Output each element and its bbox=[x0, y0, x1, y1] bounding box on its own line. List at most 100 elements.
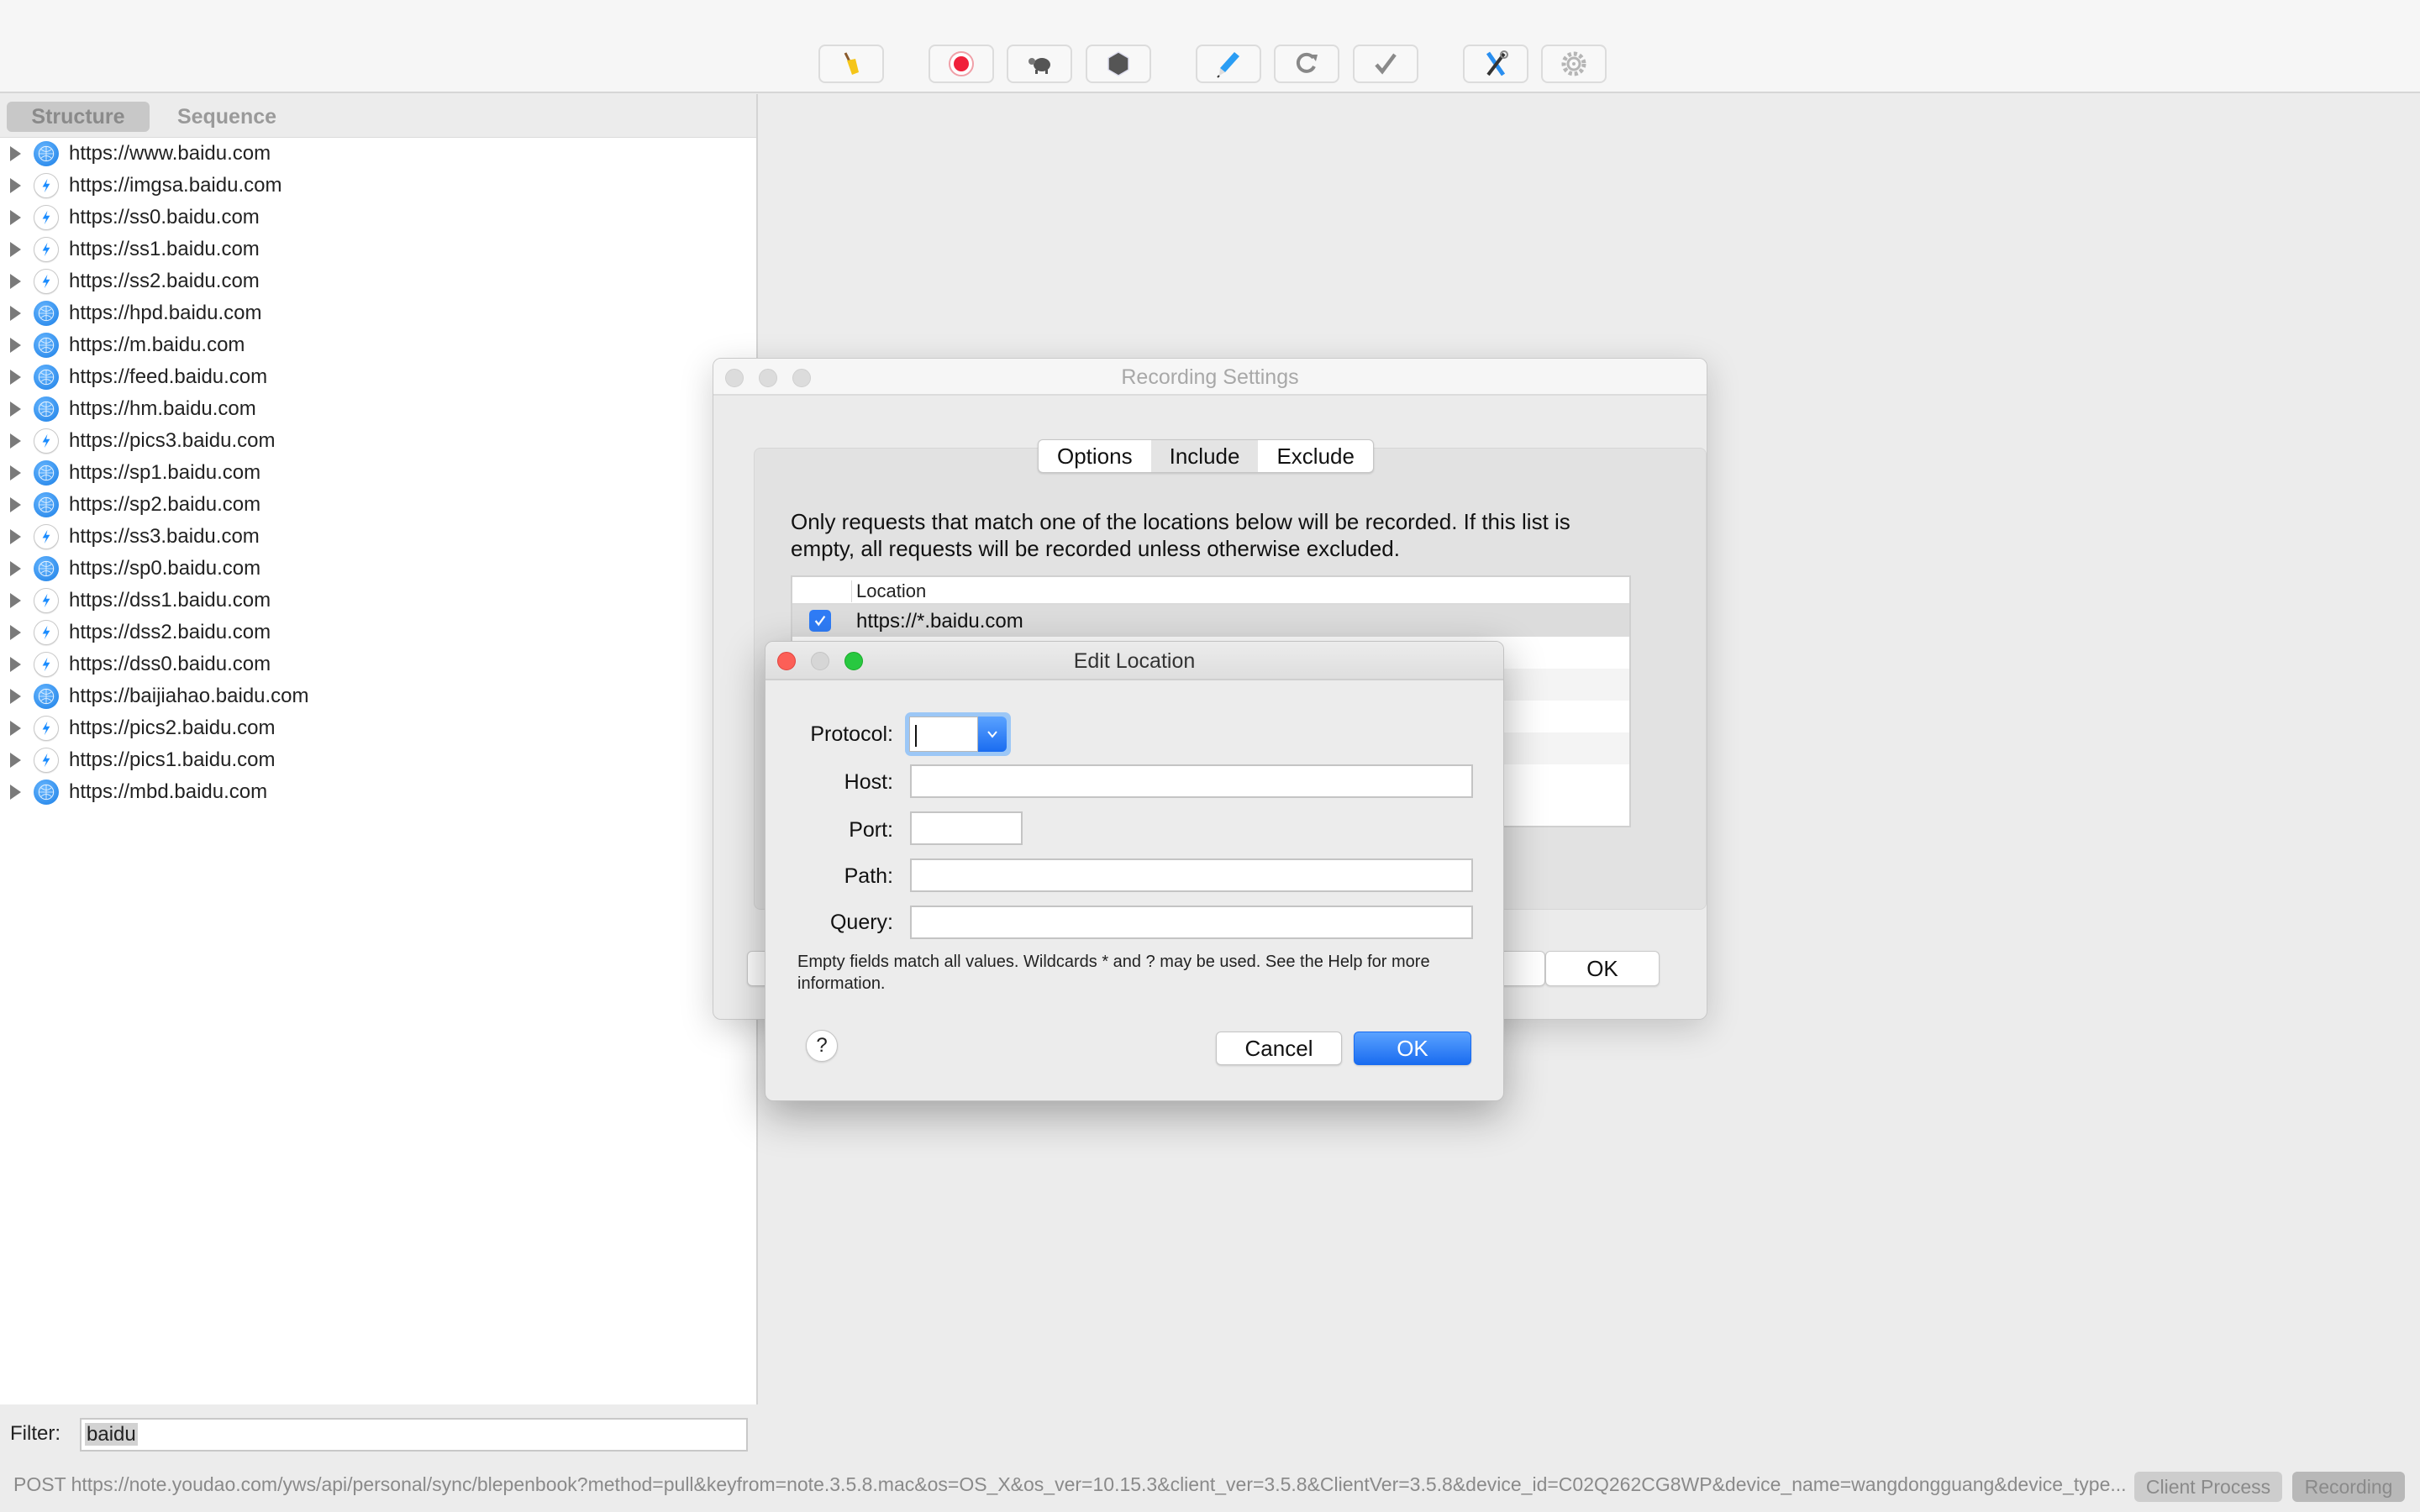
disclosure-triangle-icon[interactable] bbox=[10, 561, 21, 576]
host-url: https://feed.baidu.com bbox=[69, 365, 268, 388]
filter-bar: Filter: baidu bbox=[0, 1410, 758, 1458]
host-row[interactable]: https://sp0.baidu.com bbox=[0, 553, 756, 585]
protocol-dropdown-button[interactable] bbox=[978, 717, 1007, 752]
disclosure-triangle-icon[interactable] bbox=[10, 785, 21, 800]
host-row[interactable]: https://dss0.baidu.com bbox=[0, 648, 756, 680]
disclosure-triangle-icon[interactable] bbox=[10, 433, 21, 449]
status-bar: POST https://note.youdao.com/yws/api/per… bbox=[0, 1462, 2420, 1512]
location-value: https://*.baidu.com bbox=[856, 610, 1023, 633]
ok-button[interactable]: OK bbox=[1354, 1032, 1471, 1065]
tab-sequence[interactable]: Sequence bbox=[160, 102, 294, 132]
host-row[interactable]: https://m.baidu.com bbox=[0, 329, 756, 361]
host-row[interactable]: https://dss1.baidu.com bbox=[0, 585, 756, 617]
location-table-header: Location bbox=[792, 577, 1629, 605]
disclosure-triangle-icon[interactable] bbox=[10, 242, 21, 257]
tab-structure[interactable]: Structure bbox=[7, 102, 150, 132]
recording-button[interactable]: Recording bbox=[2292, 1472, 2405, 1502]
disclosure-triangle-icon[interactable] bbox=[10, 370, 21, 385]
dialog-title: Recording Settings bbox=[1121, 365, 1299, 389]
host-url: https://hpd.baidu.com bbox=[69, 302, 262, 324]
validate-button[interactable] bbox=[1353, 45, 1418, 83]
host-row[interactable]: https://imgsa.baidu.com bbox=[0, 170, 756, 202]
disclosure-triangle-icon[interactable] bbox=[10, 497, 21, 512]
lightning-bolt-icon bbox=[34, 428, 59, 454]
globe-icon bbox=[34, 556, 59, 581]
protocol-combobox[interactable] bbox=[905, 712, 1011, 756]
host-url: https://dss1.baidu.com bbox=[69, 589, 271, 612]
globe-icon bbox=[34, 460, 59, 486]
query-input[interactable] bbox=[910, 906, 1473, 939]
path-input[interactable] bbox=[910, 858, 1473, 892]
tab-options[interactable]: Options bbox=[1039, 440, 1151, 472]
host-url: https://sp0.baidu.com bbox=[69, 557, 261, 580]
disclosure-triangle-icon[interactable] bbox=[10, 689, 21, 704]
host-row[interactable]: https://feed.baidu.com bbox=[0, 361, 756, 393]
include-description: Only requests that match one of the loca… bbox=[791, 509, 1570, 561]
settings-button[interactable] bbox=[1541, 45, 1607, 83]
host-row[interactable]: https://ss0.baidu.com bbox=[0, 202, 756, 234]
tab-exclude[interactable]: Exclude bbox=[1258, 440, 1373, 472]
port-input[interactable] bbox=[910, 811, 1023, 845]
host-row[interactable]: https://ss3.baidu.com bbox=[0, 521, 756, 553]
settings-tabs: Options Include Exclude bbox=[1038, 439, 1374, 473]
host-row[interactable]: https://baijiahao.baidu.com bbox=[0, 680, 756, 712]
tab-include[interactable]: Include bbox=[1150, 440, 1259, 472]
disclosure-triangle-icon[interactable] bbox=[10, 146, 21, 161]
host-row[interactable]: https://ss1.baidu.com bbox=[0, 234, 756, 265]
disclosure-triangle-icon[interactable] bbox=[10, 465, 21, 480]
dialog-title: Edit Location bbox=[1073, 649, 1196, 673]
host-url: https://imgsa.baidu.com bbox=[69, 174, 282, 197]
host-url: https://hm.baidu.com bbox=[69, 397, 256, 420]
filter-value: baidu bbox=[85, 1423, 138, 1446]
disclosure-triangle-icon[interactable] bbox=[10, 402, 21, 417]
globe-icon bbox=[34, 333, 59, 358]
cancel-button[interactable]: Cancel bbox=[1216, 1032, 1342, 1065]
location-enabled-checkbox[interactable] bbox=[809, 610, 831, 632]
throttle-button[interactable] bbox=[1007, 45, 1072, 83]
disclosure-triangle-icon[interactable] bbox=[10, 593, 21, 608]
record-button[interactable] bbox=[929, 45, 994, 83]
lightning-bolt-icon bbox=[34, 173, 59, 198]
location-row[interactable]: https://*.baidu.com bbox=[792, 605, 1629, 637]
host-row[interactable]: https://www.baidu.com bbox=[0, 138, 756, 170]
tools-button[interactable] bbox=[1463, 45, 1528, 83]
compose-button[interactable] bbox=[1196, 45, 1261, 83]
host-row[interactable]: https://mbd.baidu.com bbox=[0, 776, 756, 808]
disclosure-triangle-icon[interactable] bbox=[10, 721, 21, 736]
host-row[interactable]: https://hpd.baidu.com bbox=[0, 297, 756, 329]
host-row[interactable]: https://pics3.baidu.com bbox=[0, 425, 756, 457]
disclosure-triangle-icon[interactable] bbox=[10, 178, 21, 193]
host-row[interactable]: https://dss2.baidu.com bbox=[0, 617, 756, 648]
disclosure-triangle-icon[interactable] bbox=[10, 753, 21, 768]
disclosure-triangle-icon[interactable] bbox=[10, 529, 21, 544]
clear-session-button[interactable] bbox=[818, 45, 884, 83]
breakpoints-button[interactable] bbox=[1086, 45, 1151, 83]
disclosure-triangle-icon[interactable] bbox=[10, 210, 21, 225]
recording-settings-ok-button[interactable]: OK bbox=[1545, 951, 1660, 986]
globe-icon bbox=[34, 492, 59, 517]
disclosure-triangle-icon[interactable] bbox=[10, 306, 21, 321]
column-separator bbox=[851, 580, 852, 602]
disclosure-triangle-icon[interactable] bbox=[10, 274, 21, 289]
help-button[interactable]: ? bbox=[806, 1030, 838, 1062]
host-row[interactable]: https://pics2.baidu.com bbox=[0, 712, 756, 744]
filter-input[interactable]: baidu bbox=[80, 1418, 748, 1452]
host-row[interactable]: https://ss2.baidu.com bbox=[0, 265, 756, 297]
pen-icon bbox=[1217, 52, 1239, 78]
disclosure-triangle-icon[interactable] bbox=[10, 338, 21, 353]
lightning-bolt-icon bbox=[34, 205, 59, 230]
protocol-field[interactable] bbox=[909, 717, 978, 752]
host-row[interactable]: https://hm.baidu.com bbox=[0, 393, 756, 425]
location-column-header[interactable]: Location bbox=[856, 580, 926, 602]
disclosure-triangle-icon[interactable] bbox=[10, 625, 21, 640]
disclosure-triangle-icon[interactable] bbox=[10, 657, 21, 672]
host-row[interactable]: https://sp1.baidu.com bbox=[0, 457, 756, 489]
client-process-button[interactable]: Client Process bbox=[2134, 1472, 2282, 1502]
host-input[interactable] bbox=[910, 764, 1473, 798]
repeat-button[interactable] bbox=[1274, 45, 1339, 83]
globe-icon bbox=[34, 141, 59, 166]
lightning-bolt-icon bbox=[34, 716, 59, 741]
host-row[interactable]: https://sp2.baidu.com bbox=[0, 489, 756, 521]
host-url: https://dss0.baidu.com bbox=[69, 653, 271, 675]
host-row[interactable]: https://pics1.baidu.com bbox=[0, 744, 756, 776]
